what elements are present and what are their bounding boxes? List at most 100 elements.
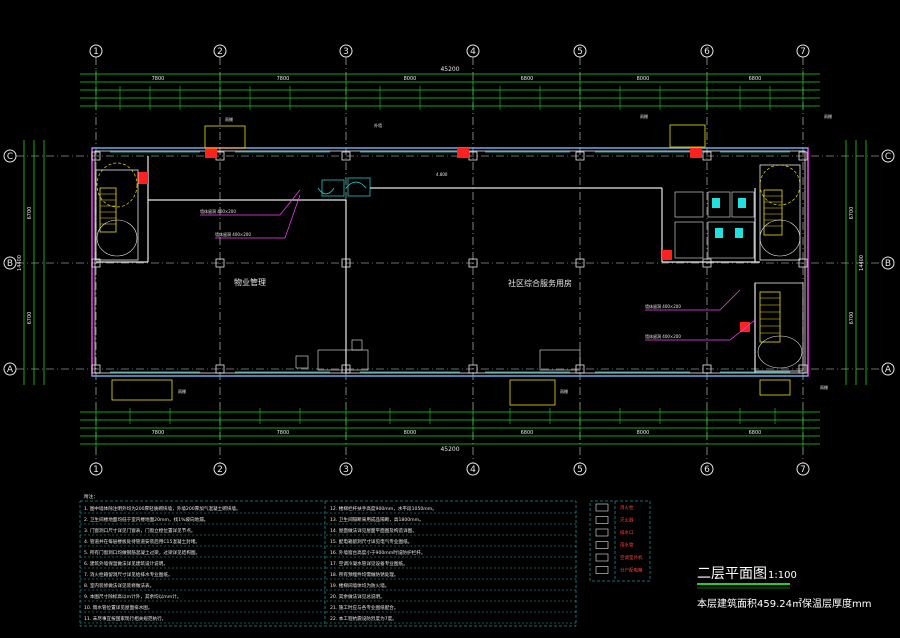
note-line: 8. 室内装修做法详见装修做法表。 [84,582,154,589]
note-line: 13. 卫生间隔断采用成品隔断，高1800mm。 [330,516,424,523]
bay-dim-6: 6800 [749,76,762,82]
legend-label: 空调室外机 [620,554,643,561]
bottom-bay-dim-6: 6800 [749,430,762,436]
note-line: 17. 空调冷凝水管详见设备专业图纸。 [330,560,408,567]
ring-icon [595,528,609,537]
notes-right: 12. 楼梯栏杆扶手高度900mm，水平段1050mm。 13. 卫生间隔断采用成… [326,505,577,624]
dimension-lines-bottom: 7800 7800 8000 6800 8000 6800 45200 [80,408,820,453]
wall-tag: 外墙 [374,122,382,128]
note-line: 2. 卫生间楼地面均低于室内楼地面20mm，找1%坡向地漏。 [84,516,208,523]
grid-col-6-bottom: 6 [704,465,710,475]
grid-col-1-bottom: 1 [93,465,99,475]
grid-column-labels-bottom: 1 2 3 4 5 6 7 [89,462,810,476]
note-line: 9. 本图尺寸除标高以m计外，其余均以mm计。 [84,593,181,600]
bottom-bay-dim-5: 8000 [637,430,650,436]
row-dim-left-2: 6700 [27,312,33,325]
leader-note: 墙体留洞 400×200 [215,231,251,237]
hydrant-marker [690,148,702,158]
drawing-title: 二层平面图 1:100 本层建筑面积459.24㎡保温层厚度mm [697,566,871,610]
grid-col-4-bottom: 4 [470,465,476,475]
canopy-outlines [111,124,791,406]
building-outline [91,147,809,377]
grid-col-2: 2 [217,47,223,57]
grid-col-2-bottom: 2 [217,465,223,475]
row-dim-left-1: 6700 [27,207,33,220]
grid-col-4: 4 [470,47,476,57]
grid-col-3-bottom: 3 [343,465,349,475]
hydrant-marker [205,148,217,158]
stair-right-bottom [754,282,804,372]
notes-table: 附注： 1. 图中墙体除注明外均为200厚轻质砌块墙，外墙200厚加气混凝土砌块… [79,493,577,627]
canopy-label: 雨棚 [640,113,648,119]
note-line: 14. 屋面做法详见屋面平面图及构造详图。 [330,527,417,534]
note-line: 15. 配电箱留洞尺寸详见电气专业图纸。 [330,538,412,545]
canopy-label: 雨棚 [560,388,568,394]
bay-dim-2: 7800 [277,76,290,82]
bottom-bay-dim-3: 8000 [404,430,417,436]
notes-header: 附注： [84,493,98,500]
arrow-icon [595,541,609,549]
box-icon [595,566,609,574]
note-line: 21. 施工时应与各专业图纸配合。 [330,604,399,611]
dimension-lines-top: 45200 7800 7800 8000 6800 8000 6800 [80,66,820,110]
note-line: 22. 本工程抗震设防烈度为7度。 [330,615,397,622]
bottom-bay-dim-4: 6800 [521,430,534,436]
hydrant-marker [457,148,469,158]
room-name-property-management: 物业管理 [234,277,266,287]
toilet-block [674,191,755,259]
bottom-total-width-dim: 45200 [440,446,459,453]
annotation-leaders [200,189,756,341]
note-line: 18. 所有预埋件均需做防锈处理。 [330,571,399,578]
legend-label: 分户配电箱 [620,567,643,574]
bottom-bay-dim-1: 7800 [152,430,165,436]
canopy-label: 雨棚 [824,113,832,119]
note-line: 3. 门窗洞口尺寸详见门窗表，门窗立樘位置详见节点。 [84,527,196,534]
note-line: 12. 楼梯栏杆扶手高度900mm，水平段1050mm。 [330,505,437,512]
note-line: 20. 其余做法详见总说明。 [330,593,385,600]
equipment-boxes [295,339,581,371]
hydrant-marker [662,250,672,260]
row-dim-right-1: 6700 [849,207,855,220]
grid-row-b-right: B [885,259,891,269]
grid-row-a: A [7,365,14,375]
grid-col-3: 3 [343,47,349,57]
grid-col-5: 5 [577,47,583,57]
hydrant-marker [138,172,148,184]
total-width-dim: 45200 [440,66,459,73]
drawing-title-text: 二层平面图 [697,566,767,582]
stair-left [95,162,139,261]
note-line: 7. 消火栓箱留洞尺寸详见给排水专业图纸。 [84,571,173,578]
hazard-icon [595,516,609,524]
grid-col-5-bottom: 5 [577,465,583,475]
legend-label: 消火栓 [620,504,634,511]
grid-col-7: 7 [800,47,806,57]
floor-plan-drawing: 1 2 3 4 5 6 7 1 2 3 4 5 6 7 C B A C B A [3,44,895,627]
stair-right-top [759,164,801,261]
note-line: 10. 雨水管位置详见屋面排水图。 [84,604,153,611]
grid-row-c-right: C [885,152,891,162]
grid-column-labels-top: 1 2 3 4 5 6 7 [89,44,810,58]
leader-note: 墙体留洞 400×200 [645,333,681,339]
grid-row-c: C [7,152,13,162]
note-line: 4. 管道井在每层楼板处待管道安装后用C15混凝土封堵。 [84,538,200,545]
canopy-label: 雨棚 [820,384,828,390]
grid-row-a-right: A [885,365,892,375]
row-dim-right-2: 6700 [849,312,855,325]
door-swings [317,177,371,197]
grid-col-1: 1 [93,47,99,57]
grid-col-7-bottom: 7 [800,465,806,475]
note-line: 6. 建筑外墙保温做法详见建筑设计说明。 [84,560,168,567]
legend-label: 排水口 [620,529,634,536]
drawing-scale: 1:100 [768,570,797,581]
note-line: 16. 外墙窗台高度小于900mm时设防护栏杆。 [330,549,425,556]
stair-icon [595,503,609,512]
legend-label: 雨水管 [620,542,634,549]
room-name-community-service: 社区综合服务用房 [508,278,572,288]
leader-note: 墙体留洞 400×200 [645,303,681,309]
bottom-bay-dim-2: 7800 [277,430,290,436]
grid-row-b: B [7,259,13,269]
bay-dim-5: 8000 [637,76,650,82]
note-line: 1. 图中墙体除注明外均为200厚轻质砌块墙，外墙200厚加气混凝土砌块墙。 [84,505,241,512]
axis-lines [16,57,882,463]
arrow-icon [595,553,609,562]
